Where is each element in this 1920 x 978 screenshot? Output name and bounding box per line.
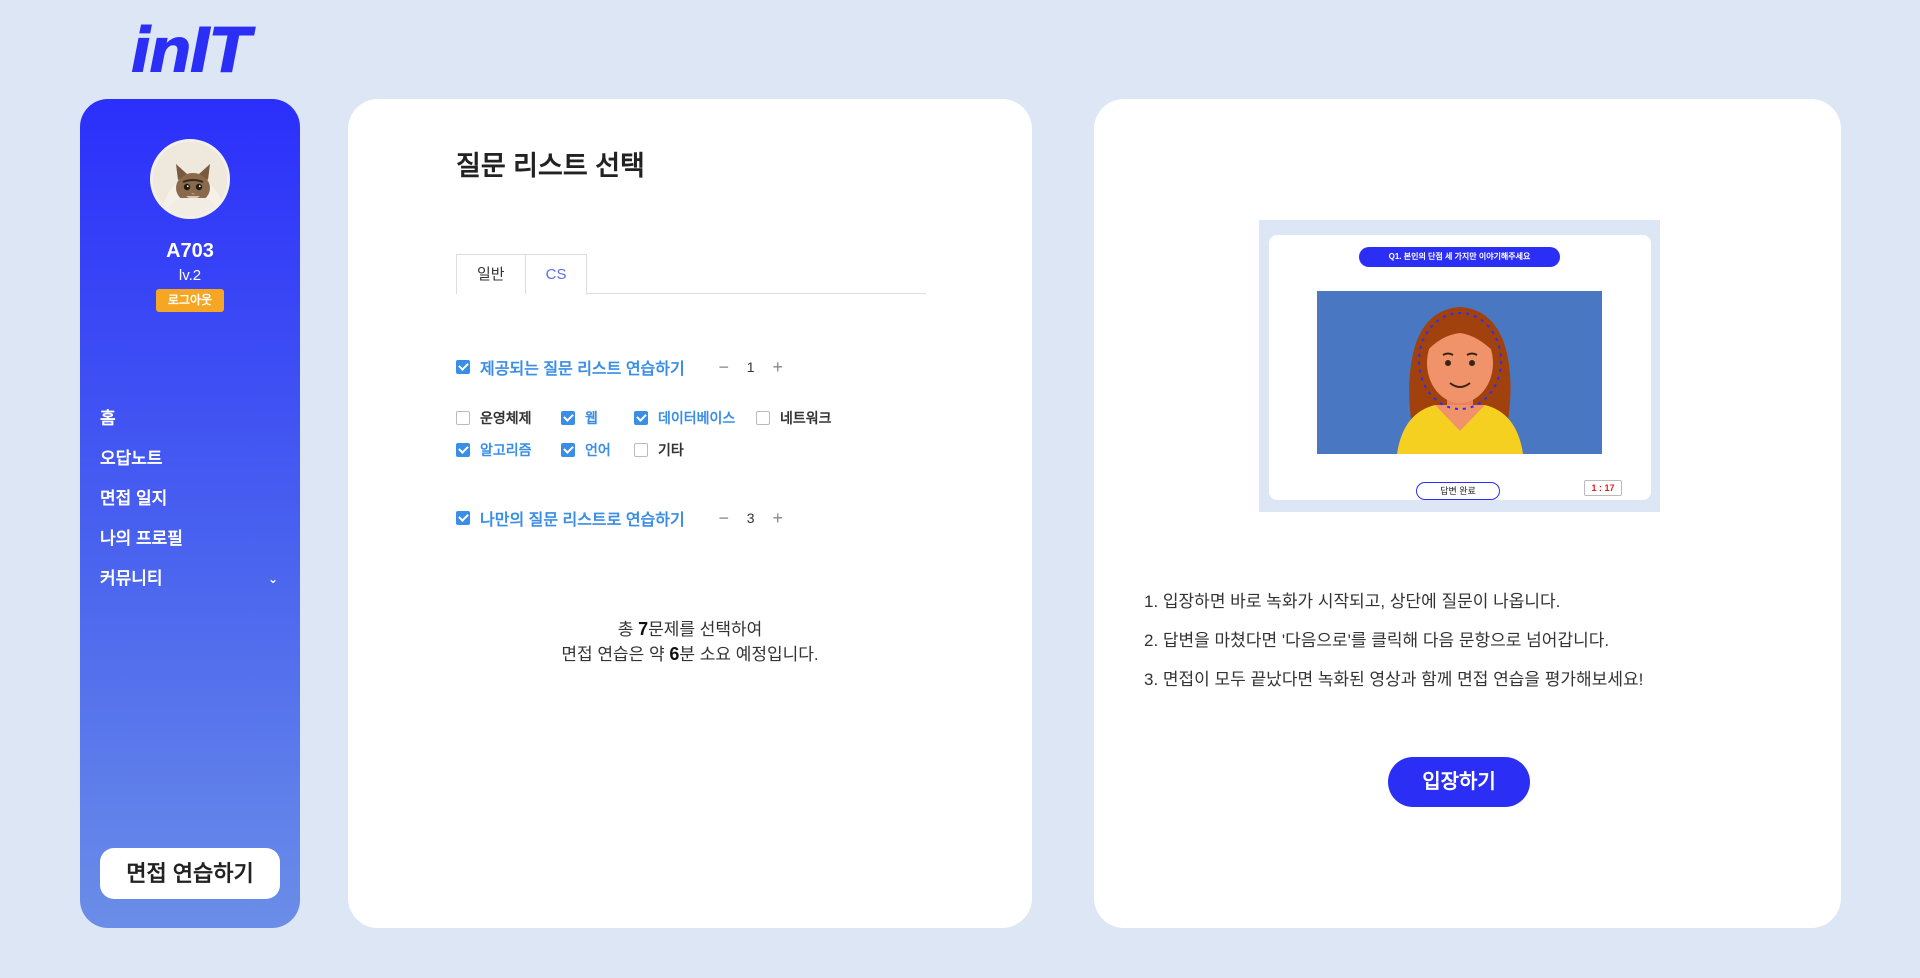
enter-button[interactable]: 입장하기 xyxy=(1388,757,1530,807)
logout-button[interactable]: 로그아웃 xyxy=(156,289,224,312)
sidebar-item-wrong-answer-note[interactable]: 오답노트 xyxy=(100,439,280,479)
avatar[interactable] xyxy=(150,139,230,219)
custom-list-label[interactable]: 나만의 질문 리스트로 연습하기 xyxy=(480,506,685,530)
sidebar-item-label: 나의 프로필 xyxy=(100,529,183,548)
chevron-down-icon: ⌄ xyxy=(267,572,278,586)
sidebar-item-home[interactable]: 홈 xyxy=(100,399,280,439)
category-checkbox[interactable] xyxy=(561,411,575,425)
category-grid: 운영체제 웹 데이터베이스 네트워크 알고리즘 언어 기타 xyxy=(456,402,846,466)
decrement-button[interactable]: − xyxy=(713,357,735,378)
increment-button[interactable]: + xyxy=(767,508,789,529)
tab-general[interactable]: 일반 xyxy=(456,254,526,294)
sidebar-item-label: 면접 일지 xyxy=(100,489,168,508)
category-checkbox[interactable] xyxy=(634,411,648,425)
page-title: 질문 리스트 선택 xyxy=(456,151,645,181)
provided-list-row: 제공되는 질문 리스트 연습하기 − 1 + xyxy=(456,355,789,379)
username: A703 xyxy=(166,240,214,262)
custom-count-value: 3 xyxy=(746,510,755,526)
guide-step: 3. 면접이 모두 끝났다면 녹화된 영상과 함께 면접 연습을 평가해보세요! xyxy=(1144,670,1644,689)
guide-step: 1. 입장하면 바로 녹화가 시작되고, 상단에 질문이 나옵니다. xyxy=(1144,592,1561,611)
category-checkbox[interactable] xyxy=(756,411,770,425)
category-etc[interactable]: 기타 xyxy=(634,440,724,460)
provided-list-checkbox[interactable] xyxy=(456,360,470,374)
question-tabs: 일반 CS xyxy=(456,254,926,295)
logo[interactable]: inIT xyxy=(130,14,252,87)
preview-timer: 1 : 17 xyxy=(1584,480,1622,496)
category-algorithm[interactable]: 알고리즘 xyxy=(456,440,561,460)
category-label: 기타 xyxy=(658,442,684,458)
preview-video xyxy=(1317,291,1602,454)
custom-list-checkbox[interactable] xyxy=(456,511,470,525)
cat-avatar-icon xyxy=(153,142,227,216)
user-level: lv.2 xyxy=(178,267,202,284)
sidebar-item-label: 홈 xyxy=(100,409,116,428)
category-os[interactable]: 운영체제 xyxy=(456,408,561,428)
category-row: 운영체제 웹 데이터베이스 네트워크 xyxy=(456,402,846,434)
category-label: 네트워크 xyxy=(780,410,832,426)
increment-button[interactable]: + xyxy=(767,357,789,378)
category-label: 언어 xyxy=(585,442,611,458)
category-network[interactable]: 네트워크 xyxy=(756,408,846,428)
interview-practice-button[interactable]: 면접 연습하기 xyxy=(100,848,280,899)
custom-list-row: 나만의 질문 리스트로 연습하기 − 3 + xyxy=(456,506,789,530)
interview-guide-panel: Q1. 본인의 단점 세 가지만 이야기해주세요 답변 완료 1: 17 1.… xyxy=(1094,99,1841,928)
answer-done-button: 답변 완료 xyxy=(1416,482,1500,500)
sidebar-item-label: 커뮤니티 xyxy=(100,569,163,588)
provided-count-stepper: − 1 + xyxy=(713,357,789,378)
provided-list-label[interactable]: 제공되는 질문 리스트 연습하기 xyxy=(480,355,685,379)
sidebar-item-label: 오답노트 xyxy=(100,449,163,468)
preview-question-bar: Q1. 본인의 단점 세 가지만 이야기해주세요 xyxy=(1359,247,1560,267)
category-database[interactable]: 데이터베이스 xyxy=(634,408,756,428)
custom-count-stepper: − 3 + xyxy=(713,508,789,529)
category-checkbox[interactable] xyxy=(456,411,470,425)
preview-screen: Q1. 본인의 단점 세 가지만 이야기해주세요 답변 완료 1: 17 xyxy=(1269,235,1651,500)
category-label: 웹 xyxy=(585,410,598,426)
provided-count-value: 1 xyxy=(746,359,755,375)
summary-text: 분 소요 예정입니다. xyxy=(679,645,819,664)
category-checkbox[interactable] xyxy=(634,443,648,457)
guide-step: 2. 답변을 마쳤다면 '다음으로'를 클릭해 다음 문항으로 넘어갑니다. xyxy=(1144,631,1610,650)
summary-text: 문제를 선택하여 xyxy=(648,620,763,639)
sidebar-nav: 홈 오답노트 면접 일지 나의 프로필 커뮤니티 ⌄ xyxy=(100,399,280,599)
interviewee-figure-icon xyxy=(1317,291,1602,454)
category-web[interactable]: 웹 xyxy=(561,408,634,428)
sidebar-item-my-profile[interactable]: 나의 프로필 xyxy=(100,519,280,559)
sidebar: A703 lv.2 로그아웃 홈 오답노트 면접 일지 나의 프로필 커뮤니티 … xyxy=(80,99,300,928)
decrement-button[interactable]: − xyxy=(713,508,735,529)
summary-line-2: 면접 연습은 약 6분 소요 예정입니다. xyxy=(348,642,1032,667)
category-row: 알고리즘 언어 기타 xyxy=(456,434,846,466)
sidebar-item-interview-log[interactable]: 면접 일지 xyxy=(100,479,280,519)
summary-line-1: 총 7문제를 선택하여 xyxy=(348,617,1032,642)
tab-cs[interactable]: CS xyxy=(525,254,588,295)
total-question-count: 7 xyxy=(638,619,649,639)
sidebar-item-community[interactable]: 커뮤니티 ⌄ xyxy=(100,559,280,599)
category-checkbox[interactable] xyxy=(456,443,470,457)
guide-steps: 1. 입장하면 바로 녹화가 시작되고, 상단에 질문이 나옵니다. 2. 답변… xyxy=(1144,589,1643,706)
question-select-panel: 질문 리스트 선택 일반 CS 제공되는 질문 리스트 연습하기 − 1 + 운… xyxy=(348,99,1032,928)
category-label: 데이터베이스 xyxy=(658,410,736,426)
summary-text: 총 xyxy=(617,620,639,639)
selection-summary: 총 7문제를 선택하여 면접 연습은 약 6분 소요 예정입니다. xyxy=(348,617,1032,667)
category-label: 알고리즘 xyxy=(480,442,532,458)
estimated-minutes: 6 xyxy=(669,644,680,664)
summary-text: 면접 연습은 약 xyxy=(561,645,670,664)
category-language[interactable]: 언어 xyxy=(561,440,634,460)
interview-preview-illustration: Q1. 본인의 단점 세 가지만 이야기해주세요 답변 완료 1: 17 xyxy=(1259,220,1660,512)
category-label: 운영체제 xyxy=(480,410,532,426)
category-checkbox[interactable] xyxy=(561,443,575,457)
